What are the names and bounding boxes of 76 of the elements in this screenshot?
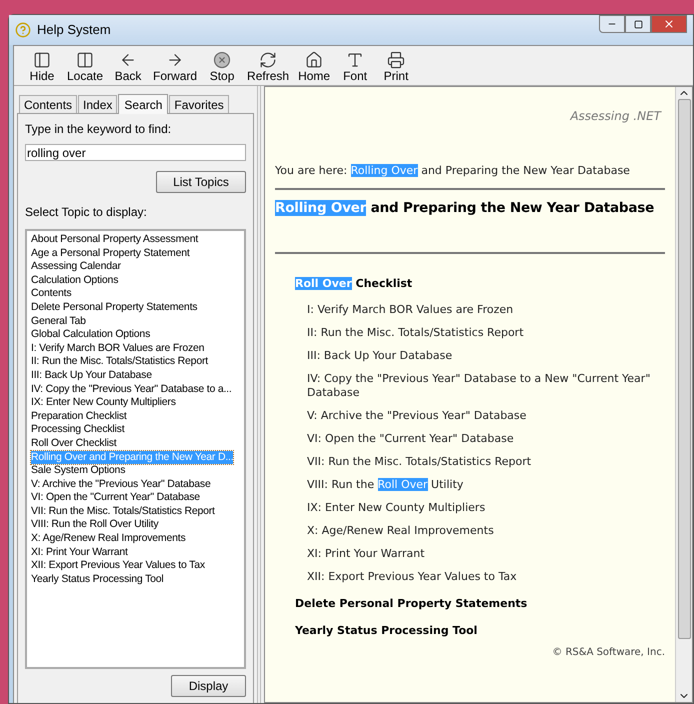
checklist-link[interactable]: IV: Copy the "Previous Year" Database to a New "Current Year" Database: [307, 372, 665, 400]
topic-link[interactable]: Delete Personal Property Statements: [295, 596, 665, 613]
topic-item[interactable]: Assessing Calendar: [31, 260, 121, 274]
keyword-input[interactable]: rolling over: [25, 144, 246, 161]
refresh-icon: [259, 51, 278, 69]
stop-icon: [213, 51, 232, 69]
columns-icon: [76, 51, 94, 69]
panel-icon: [33, 51, 51, 69]
topic-item[interactable]: Roll Over Checklist: [31, 436, 116, 450]
display-button[interactable]: Display: [171, 675, 246, 697]
toolbar-button[interactable]: Home: [294, 51, 334, 85]
toolbar-button[interactable]: Forward: [149, 51, 202, 85]
topic-item[interactable]: Contents: [31, 287, 72, 301]
topic-item[interactable]: Delete Personal Property Statements: [31, 300, 198, 315]
close-button[interactable]: [651, 15, 687, 33]
list-topics-button[interactable]: List Topics: [156, 171, 246, 193]
section-title: Roll Over Checklist: [295, 276, 412, 292]
checklist-link[interactable]: XII: Export Previous Year Values to Tax: [307, 570, 665, 584]
checklist-link[interactable]: I: Verify March BOR Values are Frozen: [307, 303, 665, 318]
minimize-button[interactable]: [599, 15, 625, 33]
home-icon: [305, 51, 324, 69]
topic-item[interactable]: IX: Enter New County Multipliers: [31, 396, 176, 410]
topic-item[interactable]: XI: Print Your Warrant: [31, 546, 128, 560]
tab[interactable]: Search: [118, 94, 168, 114]
window-title: Help System: [37, 21, 111, 40]
topic-item[interactable]: About Personal Property Assessment: [31, 233, 198, 247]
topic-item[interactable]: IV: Copy the "Previous Year" Database to a...: [31, 382, 232, 396]
toolbar-button[interactable]: Locate: [63, 51, 108, 85]
close-icon: [663, 18, 675, 30]
topic-item[interactable]: VIII: Run the Roll Over Utility: [31, 518, 158, 532]
toolbar-button[interactable]: Print: [376, 51, 416, 85]
toolbar-button[interactable]: Font: [335, 51, 376, 85]
topic-item[interactable]: III: Back Up Your Database: [31, 368, 152, 383]
topic-item[interactable]: VI: Open the "Current Year" Database: [31, 491, 200, 505]
keyword-label: Type in the keyword to find:: [25, 121, 172, 138]
maximize-button[interactable]: [625, 15, 651, 33]
checklist-link[interactable]: X: Age/Renew Real Improvements: [307, 524, 665, 538]
toolbar-button[interactable]: Refresh: [243, 51, 294, 85]
checklist-link[interactable]: IX: Enter New County Multipliers: [307, 501, 665, 516]
topic-item[interactable]: XII: Export Previous Year Values to Tax: [31, 559, 205, 573]
topic-item[interactable]: I: Verify March BOR Values are Frozen: [31, 342, 204, 356]
topic-item[interactable]: Processing Checklist: [31, 423, 124, 437]
scrollbar[interactable]: [675, 87, 692, 702]
topic-item[interactable]: VII: Run the Misc. Totals/Statistics Report: [31, 504, 215, 518]
brand-text: Assessing .NET: [570, 108, 663, 125]
tab[interactable]: Index: [78, 95, 118, 113]
topic-item[interactable]: Sale System Options: [31, 464, 126, 478]
checklist-link[interactable]: VII: Run the Misc. Totals/Statistics Report: [307, 455, 665, 470]
topic-item[interactable]: Preparation Checklist: [31, 410, 127, 424]
checklist-link[interactable]: II: Run the Misc. Totals/Statistics Report: [307, 326, 665, 340]
topic-link[interactable]: Yearly Status Processing Tool: [295, 622, 665, 640]
toolbar-button[interactable]: Back: [108, 51, 148, 85]
maximize-icon: [634, 20, 642, 28]
topic-label: Select Topic to display:: [25, 204, 148, 221]
font-icon: [346, 51, 364, 69]
topic-item[interactable]: General Tab: [31, 314, 86, 328]
checklist-link[interactable]: XI: Print Your Warrant: [307, 547, 665, 562]
checklist-link[interactable]: III: Back Up Your Database: [307, 349, 665, 364]
toolbar-button[interactable]: Stop: [202, 51, 242, 85]
topic-item[interactable]: Global Calculation Options: [31, 328, 150, 342]
topic-item[interactable]: V: Archive the "Previous Year" Database: [31, 478, 211, 492]
tab[interactable]: Contents: [19, 95, 78, 113]
checklist-link[interactable]: VIII: Run the Roll Over Utility: [307, 478, 665, 492]
tab[interactable]: Favorites: [169, 95, 229, 113]
topic-item[interactable]: Age a Personal Property Statement: [31, 246, 190, 260]
checklist-link[interactable]: VI: Open the "Current Year" Database: [307, 432, 665, 446]
topic-item[interactable]: II: Run the Misc. Totals/Statistics Report: [31, 355, 208, 369]
topic-item[interactable]: Yearly Status Processing Tool: [31, 572, 164, 586]
help-icon: [15, 22, 31, 38]
checklist-link[interactable]: V: Archive the "Previous Year" Database: [307, 409, 665, 424]
topic-item[interactable]: Calculation Options: [31, 274, 118, 288]
breadcrumb: You are here: Rolling Over and Preparing the New Year Database: [275, 163, 631, 179]
toolbar-button[interactable]: Hide: [22, 51, 62, 85]
copyright-text: © RS&A Software, Inc.: [552, 646, 665, 660]
printer-icon: [387, 51, 406, 69]
topic-item[interactable]: X: Age/Renew Real Improvements: [31, 532, 186, 546]
